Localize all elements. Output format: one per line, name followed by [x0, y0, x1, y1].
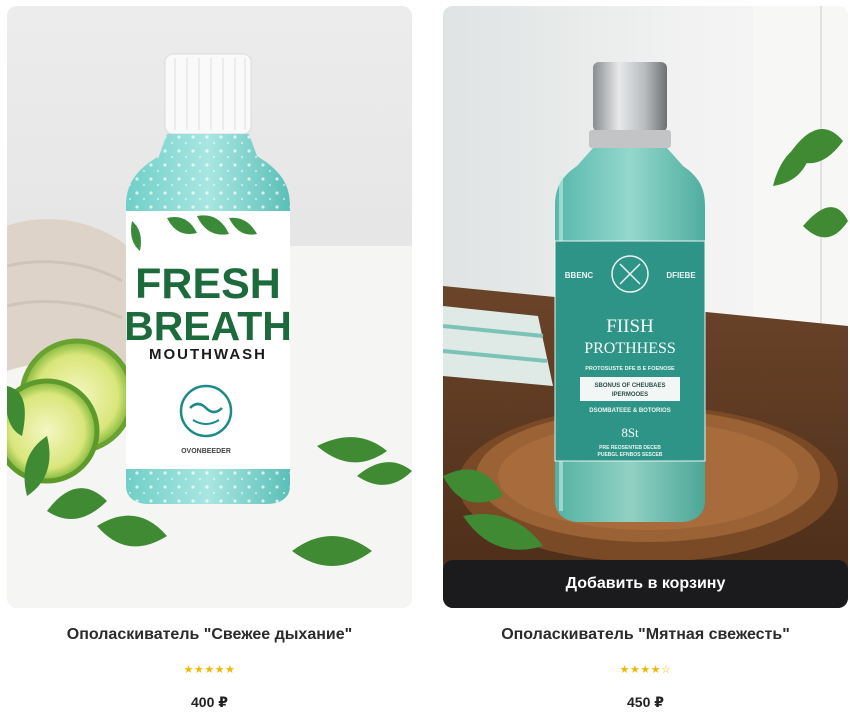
product-rating: ★★★★★ [183, 663, 236, 676]
product-grid: FRESH BREATH MOUTHWASH OVONBEEDER Ополас… [0, 0, 850, 715]
bottle-label-name-line2: PROTHHESS [584, 340, 676, 357]
bottle-brand-text: OVONBEEDER [181, 448, 231, 455]
product-rating: ★★★★☆ [619, 663, 672, 676]
product-card[interactable]: FRESH BREATH MOUTHWASH OVONBEEDER Ополас… [7, 0, 412, 715]
bottle-label-sub: PROTOSUSTE DFE B E FOENOSE [585, 366, 675, 372]
product-price: 400 ₽ [191, 694, 228, 710]
bottle-label-box-line1: SBONUS OF CHEUBAES [594, 383, 665, 389]
product-title[interactable]: Ополаскиватель "Мятная свежесть" [443, 626, 848, 644]
product-image[interactable]: BBENC DFIEBE FIISH PROTHHESS PROTOSUSTE … [443, 6, 848, 608]
bottle-tag-left: BBENC [565, 271, 594, 280]
bottle-tag-right: DFIEBE [666, 271, 696, 280]
product-title[interactable]: Ополаскиватель "Свежее дыхание" [7, 626, 412, 644]
bottle-label-line3: MOUTHWASH [149, 346, 267, 363]
product-photo-mint-fresh: BBENC DFIEBE FIISH PROTHHESS PROTOSUSTE … [443, 6, 848, 608]
product-photo-fresh-breath: FRESH BREATH MOUTHWASH OVONBEEDER [7, 6, 412, 608]
bottle-label-line2: BREATH [124, 303, 292, 349]
product-price: 450 ₽ [627, 694, 664, 710]
bottle-label-line1: FRESH [135, 260, 281, 308]
bottle-label-box-line2: IPERMOOES [612, 392, 648, 398]
add-to-cart-button[interactable]: Добавить в корзину [443, 560, 848, 608]
bottle-label-volume: 8St [621, 425, 639, 440]
product-card[interactable]: BBENC DFIEBE FIISH PROTHHESS PROTOSUSTE … [443, 0, 848, 715]
bottle-label-foot2: PUEBGL EFNBOS SESCEB [598, 452, 663, 458]
product-image[interactable]: FRESH BREATH MOUTHWASH OVONBEEDER [7, 6, 412, 608]
bottle-label-foot1: PRE REOSENTEB DECEB [599, 445, 661, 451]
bottle-label-name-line1: FIISH [606, 316, 654, 337]
bottle-label-mid: DSOMBATEEE & BOTORIOS [589, 408, 670, 414]
